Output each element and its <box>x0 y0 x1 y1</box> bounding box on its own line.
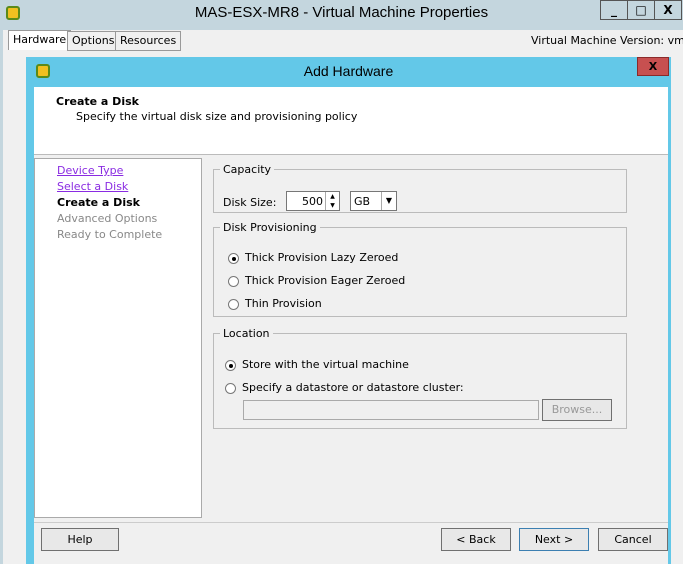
radio-icon[interactable] <box>228 275 239 287</box>
outer-title-bar: MAS-ESX-MR8 - Virtual Machine Properties… <box>0 0 683 30</box>
option-label: Store with the virtual machine <box>242 358 409 371</box>
header-subtitle: Specify the virtual disk size and provis… <box>76 110 358 123</box>
radio-thin[interactable]: Thin Provision <box>228 297 322 310</box>
chevron-down-icon[interactable]: ▼ <box>381 192 396 210</box>
minimize-button[interactable]: _ <box>600 0 628 20</box>
option-label: Thick Provision Eager Zeroed <box>245 274 406 287</box>
tab-resources[interactable]: Resources <box>115 31 182 51</box>
wizard-steps: Device Type Select a Disk Create a Disk … <box>34 158 202 518</box>
disk-size-input[interactable]: 500 <box>302 195 323 208</box>
radio-store-with-vm[interactable]: Store with the virtual machine <box>225 358 409 371</box>
close-window-button[interactable]: X <box>654 0 682 20</box>
next-button[interactable]: Next > <box>519 528 589 551</box>
browse-button[interactable]: Browse... <box>542 399 612 421</box>
provisioning-legend: Disk Provisioning <box>223 221 317 234</box>
vm-version: Virtual Machine Version: vmx-10 <box>531 34 683 47</box>
option-label: Thick Provision Lazy Zeroed <box>245 251 399 264</box>
capacity-group: Capacity Disk Size: 500 ▲ ▼ GB ▼ <box>213 163 627 213</box>
location-legend: Location <box>223 327 270 340</box>
dialog-content: Create a Disk Specify the virtual disk s… <box>34 87 668 564</box>
disk-size-stepper[interactable]: 500 ▲ ▼ <box>286 191 340 211</box>
unit-value: GB <box>354 195 371 208</box>
footer-divider <box>34 522 668 523</box>
step-ready-to-complete: Ready to Complete <box>57 228 163 241</box>
step-advanced-options: Advanced Options <box>57 212 158 225</box>
unit-select[interactable]: GB ▼ <box>350 191 397 211</box>
outer-window-title: MAS-ESX-MR8 - Virtual Machine Properties <box>194 4 489 21</box>
wizard-header: Create a Disk Specify the virtual disk s… <box>34 87 668 155</box>
header-title: Create a Disk <box>56 95 139 108</box>
radio-icon[interactable] <box>228 252 239 264</box>
add-hardware-dialog: Add Hardware X Create a Disk Specify the… <box>26 57 671 564</box>
cancel-button[interactable]: Cancel <box>598 528 668 551</box>
option-label: Specify a datastore or datastore cluster… <box>242 381 464 394</box>
disk-size-label: Disk Size: <box>223 196 277 209</box>
radio-icon[interactable] <box>228 298 239 310</box>
dialog-title: Add Hardware <box>303 63 394 79</box>
radio-specify-datastore[interactable]: Specify a datastore or datastore cluster… <box>225 381 464 394</box>
radio-thick-eager[interactable]: Thick Provision Eager Zeroed <box>228 274 405 287</box>
radio-icon[interactable] <box>225 382 236 394</box>
capacity-legend: Capacity <box>223 163 272 176</box>
tab-options[interactable]: Options <box>67 31 120 51</box>
back-button[interactable]: < Back <box>441 528 511 551</box>
step-select-disk[interactable]: Select a Disk <box>57 180 128 193</box>
tab-hardware[interactable]: Hardware <box>8 30 72 50</box>
radio-icon[interactable] <box>225 359 236 371</box>
option-label: Thin Provision <box>245 297 322 310</box>
dialog-close-button[interactable]: X <box>637 57 669 76</box>
step-device-type[interactable]: Device Type <box>57 164 123 177</box>
provisioning-group: Disk Provisioning Thick Provision Lazy Z… <box>213 221 627 317</box>
location-group: Location Store with the virtual machine … <box>213 327 627 429</box>
radio-thick-lazy[interactable]: Thick Provision Lazy Zeroed <box>228 251 398 264</box>
datastore-path-input[interactable] <box>243 400 539 420</box>
spinner-arrows-icon[interactable]: ▲ ▼ <box>325 192 339 210</box>
maximize-button[interactable]: □ <box>627 0 655 20</box>
step-create-disk: Create a Disk <box>57 196 140 209</box>
help-button[interactable]: Help <box>41 528 119 551</box>
